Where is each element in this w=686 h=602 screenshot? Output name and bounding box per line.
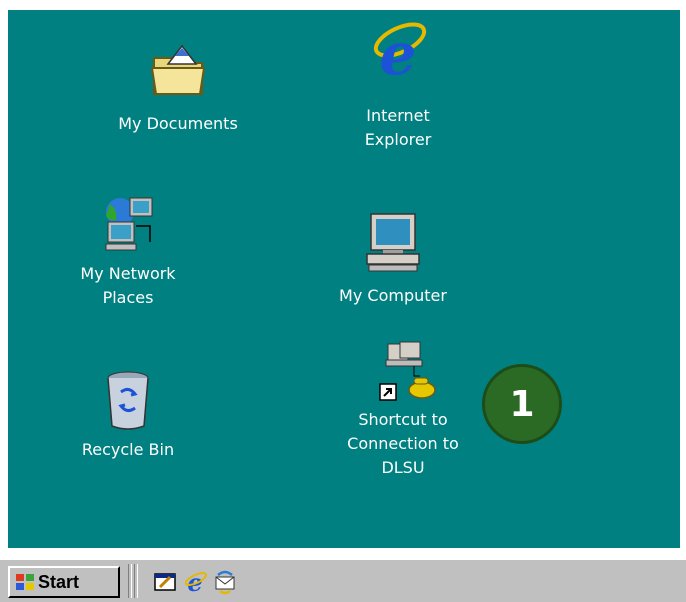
show-desktop-icon[interactable] bbox=[152, 569, 178, 595]
my-network-places-shortcut[interactable]: My Network Places bbox=[63, 192, 193, 310]
svg-text:e: e bbox=[380, 20, 417, 82]
start-button[interactable]: Start bbox=[8, 566, 120, 598]
start-label: Start bbox=[38, 571, 80, 592]
icon-label-line-3: DLSU bbox=[381, 458, 425, 477]
recycle-bin-shortcut[interactable]: Recycle Bin bbox=[63, 368, 193, 462]
internet-explorer-icon[interactable]: e bbox=[182, 569, 208, 595]
my-computer-shortcut[interactable]: My Computer bbox=[318, 210, 468, 308]
icon-label-line-2: Places bbox=[102, 288, 154, 307]
my-computer-icon bbox=[366, 213, 420, 272]
windows-logo-icon bbox=[16, 574, 34, 590]
icon-label-line-1: Internet bbox=[366, 106, 430, 125]
icon-label-line-2: Connection to bbox=[347, 434, 459, 453]
icon-label-line-2: Explorer bbox=[364, 130, 432, 149]
my-documents-shortcut[interactable]: My Documents bbox=[78, 38, 278, 136]
internet-explorer-icon: e bbox=[373, 20, 427, 82]
icon-label-line-1: My Network bbox=[80, 264, 176, 283]
dialup-connection-shortcut-icon bbox=[379, 341, 436, 401]
recycle-bin-icon bbox=[107, 371, 149, 430]
callout-number-badge: 1 bbox=[482, 364, 562, 444]
taskbar-separator bbox=[134, 564, 138, 598]
icon-label: My Computer bbox=[339, 286, 447, 305]
taskbar-separator bbox=[128, 564, 132, 598]
icon-label: Recycle Bin bbox=[81, 440, 175, 459]
internet-explorer-shortcut[interactable]: e Internet Explorer bbox=[333, 18, 463, 152]
outlook-express-icon[interactable] bbox=[212, 569, 238, 595]
icon-label-line-1: Shortcut to bbox=[358, 410, 448, 429]
folder-documents-icon bbox=[150, 44, 206, 95]
desktop: My Documents e Internet Explorer My Netw… bbox=[8, 10, 680, 548]
dlsu-connection-shortcut[interactable]: Shortcut to Connection to DLSU bbox=[328, 340, 478, 480]
taskbar: Start e bbox=[0, 558, 686, 602]
icon-label: My Documents bbox=[118, 114, 238, 133]
network-places-icon bbox=[105, 197, 153, 251]
